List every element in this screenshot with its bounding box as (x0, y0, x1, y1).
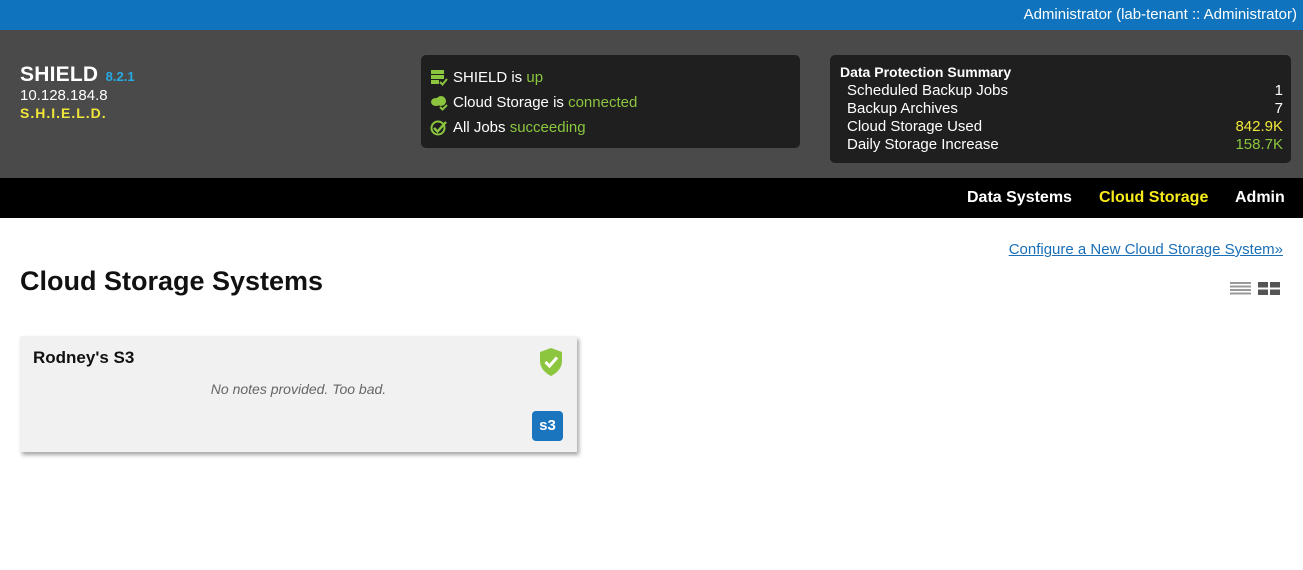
summary-row-daily-increase: Daily Storage Increase 158.7K (847, 136, 1283, 154)
top-bar: Administrator (lab-tenant :: Administrat… (0, 0, 1303, 30)
cloud-check-icon (431, 95, 448, 111)
user-account-label[interactable]: Administrator (lab-tenant :: Administrat… (1024, 6, 1297, 23)
storage-system-name: Rodney's S3 (33, 348, 135, 367)
summary-label: Scheduled Backup Jobs (847, 82, 1008, 99)
brand-version: 8.2.1 (105, 69, 135, 84)
summary-title: Data Protection Summary (840, 64, 1012, 80)
status-cloud-prefix: Cloud Storage is (453, 93, 569, 111)
summary-label: Daily Storage Increase (847, 136, 999, 153)
page-title: Cloud Storage Systems (20, 266, 324, 296)
status-shield-prefix: SHIELD is (453, 68, 527, 86)
summary-value: 7 (1274, 100, 1283, 117)
summary-row-archives: Backup Archives 7 (847, 100, 1283, 118)
brand-ip: 10.128.184.8 (20, 87, 108, 104)
storage-system-card[interactable]: Rodney's S3 No notes provided. Too bad. … (20, 336, 577, 452)
server-check-icon (431, 69, 448, 86)
summary-label: Backup Archives (847, 100, 958, 117)
shield-check-icon (540, 348, 562, 376)
status-cloud-state: connected (568, 93, 638, 111)
double-check-icon (430, 120, 447, 135)
summary-label: Cloud Storage Used (847, 118, 983, 135)
status-jobs-state: succeeding (509, 118, 586, 136)
status-jobs-prefix: All Jobs (453, 118, 510, 136)
grid-view-icon[interactable] (1258, 282, 1280, 295)
summary-row-storage-used: Cloud Storage Used 842.9K (847, 118, 1283, 136)
nav-admin[interactable]: Admin (1235, 189, 1285, 207)
brand-name: SHIELD (20, 63, 99, 86)
brand-block: SHIELD 8.2.1 10.128.184.8 S.H.I.E.L.D. (20, 63, 135, 122)
list-view-icon[interactable] (1230, 282, 1251, 295)
status-panel: SHIELD is up Cloud Storage is connected … (421, 55, 800, 148)
status-row-jobs: All Jobs succeeding (430, 116, 586, 138)
summary-value: 158.7K (1235, 136, 1283, 153)
configure-new-cloud-storage-link[interactable]: Configure a New Cloud Storage System» (1009, 241, 1283, 258)
summary-value: 1 (1274, 82, 1283, 99)
s3-badge: s3 (532, 411, 563, 441)
summary-row-jobs: Scheduled Backup Jobs 1 (847, 82, 1283, 100)
nav-cloud-storage[interactable]: Cloud Storage (1099, 189, 1208, 207)
status-row-cloud: Cloud Storage is connected (430, 91, 637, 113)
status-shield-state: up (526, 68, 544, 86)
summary-value: 842.9K (1235, 118, 1283, 135)
brand-env: S.H.I.E.L.D. (20, 105, 107, 121)
main-nav: Data Systems Cloud Storage Admin (0, 178, 1303, 218)
nav-data-systems[interactable]: Data Systems (967, 189, 1072, 207)
status-row-shield: SHIELD is up (430, 66, 543, 88)
data-protection-summary: Data Protection Summary Scheduled Backup… (830, 55, 1291, 163)
storage-system-notes: No notes provided. Too bad. (210, 381, 387, 397)
